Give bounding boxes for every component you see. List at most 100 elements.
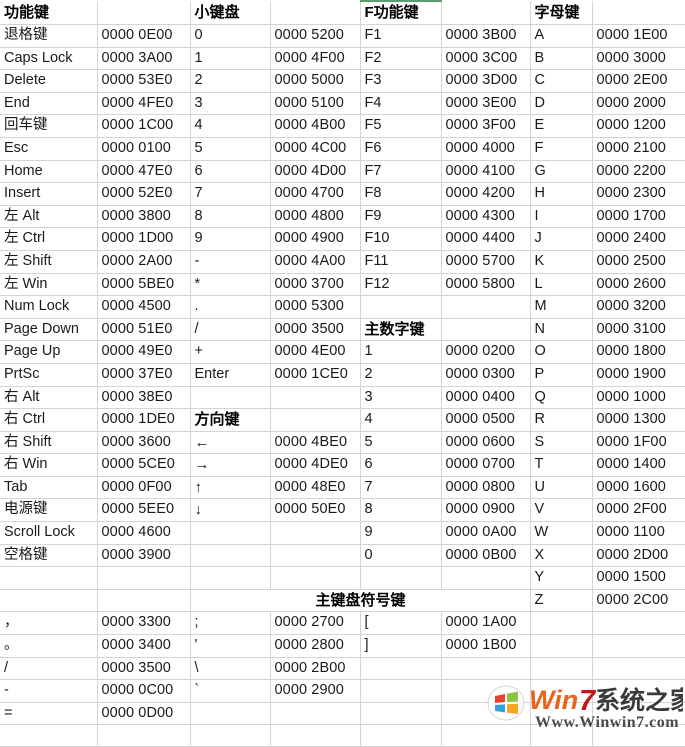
section-header[interactable]: 功能键: [0, 1, 98, 25]
key-name-cell[interactable]: 右 Alt: [0, 386, 98, 410]
key-name-cell[interactable]: Esc: [0, 137, 98, 161]
scan-code-cell[interactable]: 0000 2900: [270, 679, 361, 703]
scan-code-cell[interactable]: 0000 2800: [270, 634, 361, 658]
key-name-cell[interactable]: 。: [0, 634, 98, 658]
key-name-cell[interactable]: *: [190, 273, 271, 297]
key-name-cell[interactable]: =: [0, 702, 98, 726]
key-name-cell[interactable]: 左 Ctrl: [0, 227, 98, 251]
empty-cell[interactable]: [441, 318, 531, 342]
scan-code-cell[interactable]: 0000 4500: [97, 295, 191, 319]
empty-cell[interactable]: [530, 611, 593, 636]
key-name-cell[interactable]: -: [190, 250, 271, 274]
key-name-cell[interactable]: 2: [190, 69, 271, 93]
key-name-cell[interactable]: I: [530, 205, 593, 229]
key-name-cell[interactable]: /: [0, 657, 98, 681]
scan-code-cell[interactable]: 0000 1800: [592, 340, 685, 364]
scan-code-cell[interactable]: 0000 3100: [592, 318, 685, 342]
scan-code-cell[interactable]: 0000 0E00: [97, 24, 191, 48]
scan-code-cell[interactable]: 0000 1700: [592, 205, 685, 229]
empty-cell[interactable]: [190, 521, 271, 545]
key-name-cell[interactable]: Page Up: [0, 340, 98, 364]
scan-code-cell[interactable]: 0000 0400: [441, 386, 531, 410]
scan-code-cell[interactable]: 0000 2000: [592, 92, 685, 116]
key-name-cell[interactable]: W: [530, 521, 593, 545]
key-name-cell[interactable]: ': [190, 634, 271, 658]
key-name-cell[interactable]: F1: [360, 24, 442, 48]
scan-code-cell[interactable]: 0000 0100: [97, 137, 191, 161]
empty-cell[interactable]: [441, 295, 531, 319]
empty-cell[interactable]: [270, 702, 361, 726]
scan-code-cell[interactable]: 0000 4E00: [270, 340, 361, 364]
scan-code-cell[interactable]: 0000 1000: [592, 386, 685, 410]
key-name-cell[interactable]: 左 Shift: [0, 250, 98, 274]
scan-code-cell[interactable]: 0000 1900: [592, 363, 685, 387]
key-name-cell[interactable]: 左 Alt: [0, 205, 98, 229]
key-name-cell[interactable]: 5: [190, 137, 271, 161]
scan-code-cell[interactable]: 0000 1600: [592, 476, 685, 500]
scan-code-cell[interactable]: 0000 1300: [592, 408, 685, 432]
key-name-cell[interactable]: K: [530, 250, 593, 274]
empty-cell[interactable]: [270, 386, 361, 410]
section-header-main-symbol-keys[interactable]: 主键盘符号键: [190, 589, 531, 613]
arrow-up-icon[interactable]: ↑: [190, 476, 271, 500]
scan-code-cell[interactable]: 0000 4200: [441, 182, 531, 206]
scan-code-cell[interactable]: 0000 4600: [97, 521, 191, 545]
scan-code-cell[interactable]: 0000 5200: [270, 24, 361, 48]
scan-code-cell[interactable]: 0000 2400: [592, 227, 685, 251]
scan-code-cell[interactable]: 0000 5000: [270, 69, 361, 93]
empty-cell[interactable]: [360, 724, 442, 747]
scan-code-cell[interactable]: 0000 4DE0: [270, 453, 361, 477]
empty-cell[interactable]: [270, 521, 361, 545]
key-name-cell[interactable]: T: [530, 453, 593, 477]
scan-code-cell[interactable]: 0000 37E0: [97, 363, 191, 387]
scan-code-cell[interactable]: 0000 4B00: [270, 114, 361, 138]
key-name-cell[interactable]: 电源键: [0, 498, 98, 523]
scan-code-cell[interactable]: 0000 47E0: [97, 160, 191, 184]
scan-code-cell[interactable]: 0000 1100: [592, 521, 685, 545]
scan-code-cell[interactable]: 0000 0F00: [97, 476, 191, 500]
empty-cell[interactable]: [190, 544, 271, 568]
selected-header-f-keys[interactable]: F功能键: [360, 0, 442, 25]
key-name-cell[interactable]: 右 Win: [0, 453, 98, 477]
key-name-cell[interactable]: F6: [360, 137, 442, 161]
empty-cell[interactable]: [97, 724, 191, 747]
key-name-cell[interactable]: F8: [360, 182, 442, 206]
scan-code-cell[interactable]: 0000 0600: [441, 431, 531, 455]
key-name-cell[interactable]: Page Down: [0, 318, 98, 342]
key-name-cell[interactable]: 6: [360, 453, 442, 477]
key-name-cell[interactable]: .: [190, 295, 271, 319]
key-name-cell[interactable]: PrtSc: [0, 363, 98, 387]
empty-cell[interactable]: [360, 679, 442, 703]
empty-cell[interactable]: [592, 611, 685, 636]
empty-cell[interactable]: [592, 702, 685, 726]
scan-code-cell[interactable]: 0000 3400: [97, 634, 191, 658]
scan-code-cell[interactable]: 0000 5700: [441, 250, 531, 274]
scan-code-cell[interactable]: 0000 0300: [441, 363, 531, 387]
key-name-cell[interactable]: Insert: [0, 182, 98, 206]
scan-code-cell[interactable]: 0000 3700: [270, 273, 361, 297]
key-name-cell[interactable]: 右 Shift: [0, 431, 98, 455]
empty-cell[interactable]: [360, 702, 442, 726]
arrow-down-icon[interactable]: ↓: [190, 498, 271, 523]
key-name-cell[interactable]: M: [530, 295, 593, 319]
key-name-cell[interactable]: 5: [360, 431, 442, 455]
scan-code-cell[interactable]: 0000 2700: [270, 611, 361, 636]
empty-cell[interactable]: [270, 544, 361, 568]
scan-code-cell[interactable]: 0000 1200: [592, 114, 685, 138]
scan-code-cell[interactable]: 0000 4300: [441, 205, 531, 229]
key-name-cell[interactable]: Delete: [0, 69, 98, 93]
empty-cell[interactable]: [530, 724, 593, 747]
key-name-cell[interactable]: 回车键: [0, 114, 98, 138]
key-name-cell[interactable]: 退格键: [0, 24, 98, 48]
key-name-cell[interactable]: 3: [190, 92, 271, 116]
empty-cell[interactable]: [0, 566, 98, 590]
arrow-left-icon[interactable]: ←: [190, 431, 271, 455]
scan-code-cell[interactable]: 0000 2600: [592, 273, 685, 297]
scan-code-cell[interactable]: 0000 1DE0: [97, 408, 191, 432]
key-name-cell[interactable]: \: [190, 657, 271, 681]
key-name-cell[interactable]: U: [530, 476, 593, 500]
key-name-cell[interactable]: O: [530, 340, 593, 364]
scan-code-cell[interactable]: 0000 48E0: [270, 476, 361, 500]
scan-code-cell[interactable]: 0000 4D00: [270, 160, 361, 184]
scan-code-cell[interactable]: 0000 0500: [441, 408, 531, 432]
